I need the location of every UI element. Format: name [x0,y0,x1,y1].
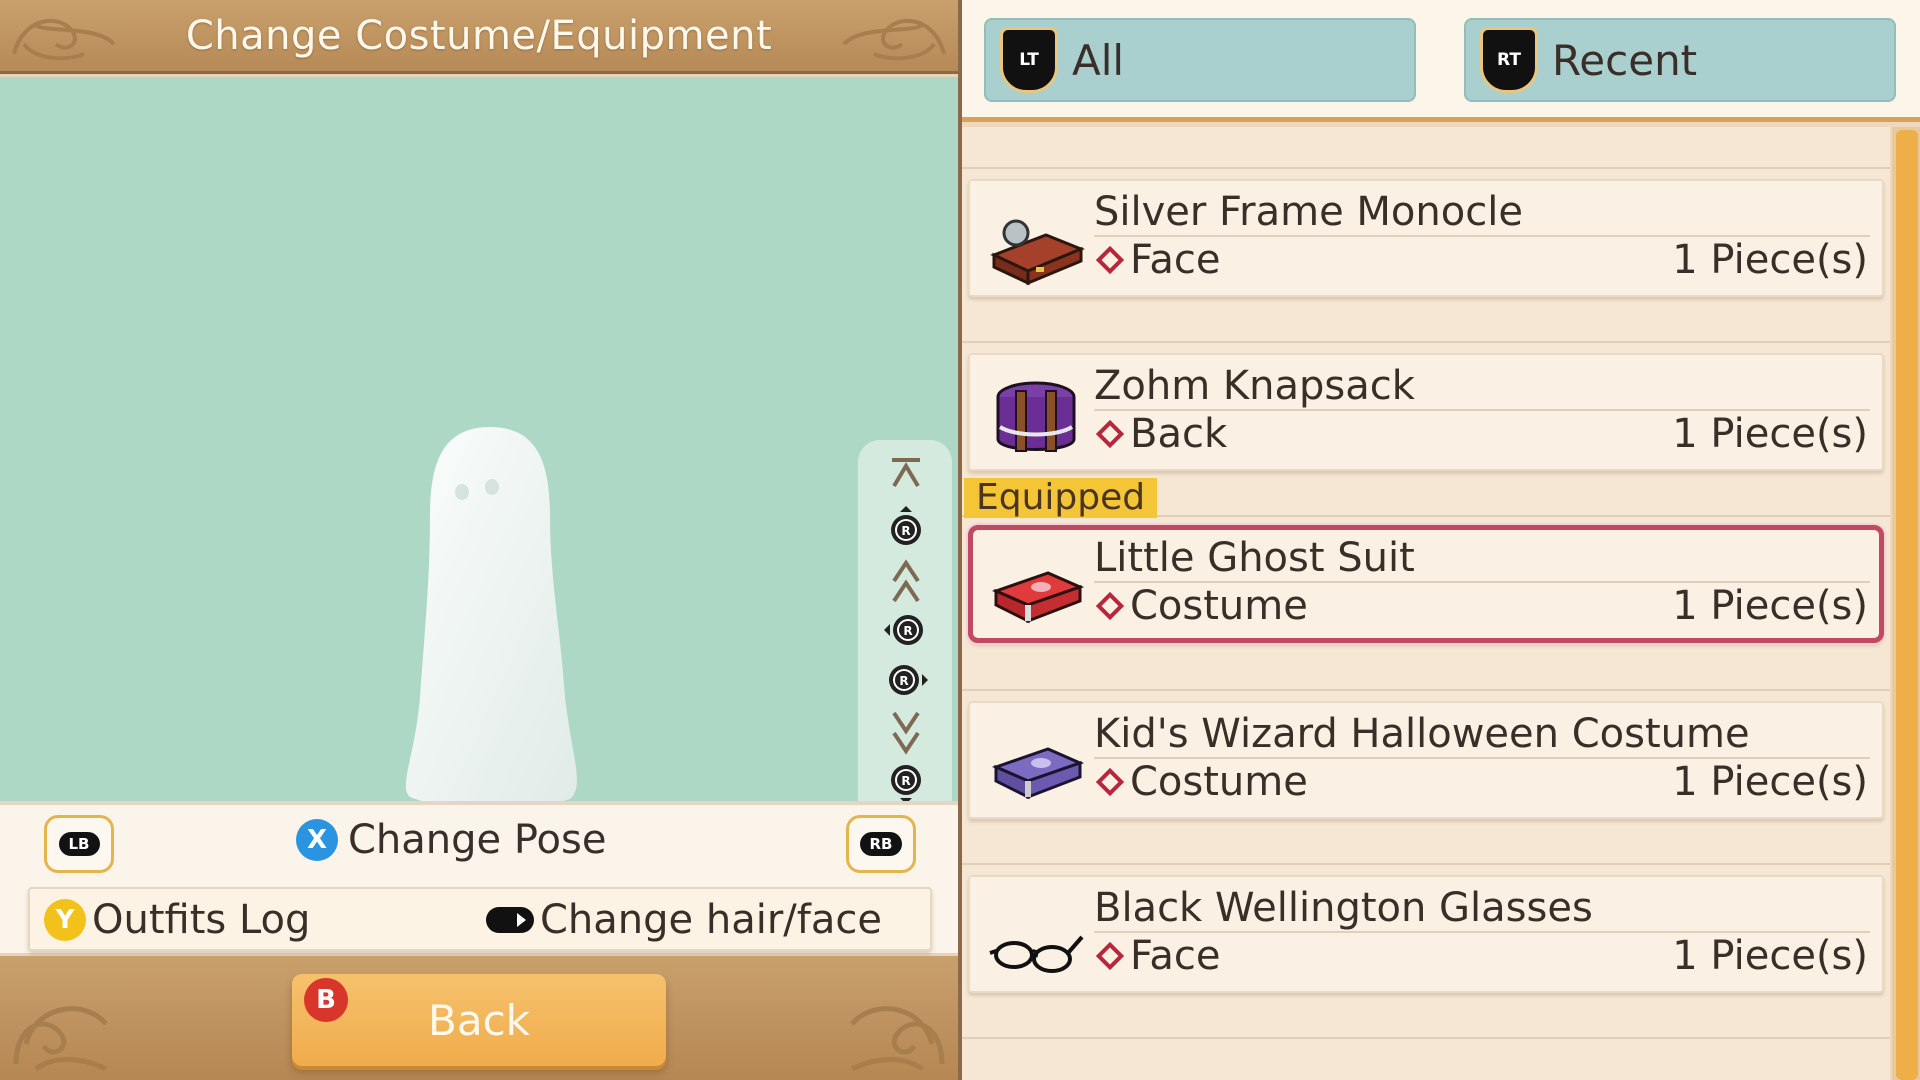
filter-tabs: LT All RT Recent [962,0,1920,122]
diamond-icon [1095,767,1125,797]
outfits-log-button[interactable]: Y Outfits Log [44,897,310,943]
svg-text:R: R [899,674,908,688]
item-name: Little Ghost Suit [1094,535,1415,581]
divider [962,689,1890,691]
item-name: Silver Frame Monocle [1094,189,1523,235]
lt-trigger-icon: LT [1000,27,1058,93]
ornament-icon [13,1006,108,1072]
item-slot: Back [1094,411,1227,457]
character-viewport[interactable]: R R R R [0,77,958,872]
footer: B Back [0,956,958,1080]
ornament-icon [850,1006,945,1072]
item-name: Kid's Wizard Halloween Costume [1094,711,1750,757]
diamond-icon [1095,941,1125,971]
equipped-badge: Equipped [964,478,1158,518]
r-stick-right-icon[interactable]: R [878,656,934,704]
divider [962,167,1890,169]
change-pose-label: Change Pose [348,817,607,863]
r-stick-up-icon[interactable]: R [878,502,934,550]
list-item[interactable]: Silver Frame Monocle Face 1 Piece(s) [968,179,1884,297]
svg-text:R: R [901,774,910,788]
change-pose-button[interactable]: X Change Pose [296,817,606,863]
divider [962,863,1890,865]
rb-label: RB [859,832,903,856]
ornament-icon [12,19,116,61]
scrollbar-thumb[interactable] [1896,130,1918,1080]
monocle-case-icon [990,219,1085,286]
item-slot-label: Costume [1130,759,1308,805]
zoom-top-icon[interactable] [878,450,934,498]
item-quantity: 1 Piece(s) [1672,411,1868,457]
move-up-icon[interactable] [878,558,934,606]
outfits-log-label: Outfits Log [92,897,311,943]
preview-panel: Change Costume/Equipment R R R R LB X Ch… [0,0,958,1080]
diamond-icon [1095,245,1125,275]
x-button-icon: X [296,819,338,861]
list-item-selected[interactable]: Little Ghost Suit Costume 1 Piece(s) [968,525,1884,643]
list-item[interactable]: Kid's Wizard Halloween Costume Costume 1… [968,701,1884,819]
secondary-actions: Y Outfits Log Change hair/face [28,887,932,951]
item-slot-label: Face [1130,933,1221,979]
item-quantity: 1 Piece(s) [1672,237,1868,283]
item-slot-label: Back [1130,411,1228,457]
rt-trigger-icon: RT [1480,27,1538,93]
red-costume-box-icon [991,571,1085,624]
tab-recent[interactable]: RT Recent [1464,18,1896,102]
b-button-icon: B [304,978,348,1022]
glasses-icon [989,935,1084,973]
page-title: Change Costume/Equipment [185,12,773,59]
tab-all[interactable]: LT All [984,18,1416,102]
tab-recent-label: Recent [1552,35,1698,85]
back-label: Back [428,995,530,1045]
lb-label: LB [58,832,100,856]
svg-text:R: R [903,624,912,638]
diamond-icon [1095,591,1125,621]
divider [962,1037,1890,1039]
tab-all-label: All [1072,35,1125,85]
purple-costume-box-icon [991,747,1085,800]
title-bar: Change Costume/Equipment [0,0,958,74]
item-slot-label: Face [1130,237,1221,283]
move-down-icon[interactable] [878,708,934,756]
item-list[interactable]: Silver Frame Monocle Face 1 Piece(s) Zoh… [962,127,1890,1080]
item-name: Black Wellington Glasses [1094,885,1593,931]
change-hair-face-button[interactable]: Change hair/face [486,897,882,943]
item-quantity: 1 Piece(s) [1672,583,1868,629]
lb-button[interactable]: LB [44,815,114,873]
item-slot: Costume [1094,583,1308,629]
rb-button[interactable]: RB [846,815,916,873]
diamond-icon [1095,419,1125,449]
svg-text:R: R [901,524,910,538]
change-hair-face-label: Change hair/face [540,897,882,943]
list-item[interactable]: Black Wellington Glasses Face 1 Piece(s) [968,875,1884,993]
y-button-icon: Y [44,899,86,941]
item-slot: Costume [1094,759,1308,805]
knapsack-box-icon [996,381,1076,452]
item-slot: Face [1094,237,1220,283]
item-quantity: 1 Piece(s) [1672,759,1868,805]
item-slot-label: Costume [1130,583,1308,629]
ornament-icon [842,19,946,61]
divider [962,341,1890,343]
r-stick-left-icon[interactable]: R [878,606,934,654]
right-stick-icon [486,907,534,933]
item-name: Zohm Knapsack [1094,363,1415,409]
inventory-panel: LT All RT Recent Silver Frame Monocle Fa… [962,0,1920,1080]
back-button[interactable]: B Back [292,974,666,1066]
controls-bar: LB X Change Pose RB Y Outfits Log Change… [0,801,958,953]
ghost-character [405,427,577,829]
item-slot: Face [1094,933,1220,979]
item-quantity: 1 Piece(s) [1672,933,1868,979]
list-item[interactable]: Zohm Knapsack Back 1 Piece(s) [968,353,1884,471]
